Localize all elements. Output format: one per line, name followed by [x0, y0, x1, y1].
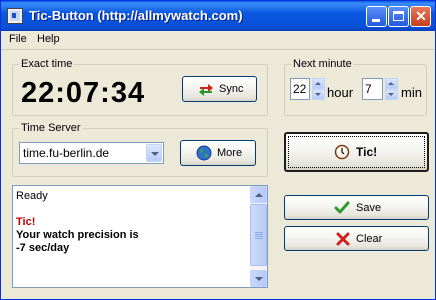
more-button[interactable]: More: [180, 140, 256, 166]
next-minute-group: Next minute 22 hour 7 min: [284, 58, 427, 116]
minute-down-button[interactable]: [385, 89, 398, 100]
app-icon[interactable]: [7, 8, 23, 24]
clear-x-icon: [336, 232, 350, 246]
close-icon: ✕: [415, 8, 427, 24]
checkmark-icon: [334, 201, 350, 214]
log-line-ready: Ready: [16, 190, 48, 202]
minimize-icon: [372, 19, 380, 22]
next-minute-label: Next minute: [291, 58, 354, 70]
title-bar[interactable]: Tic-Button (http://allmywatch.com) ✕: [1, 1, 435, 31]
arrow-down-icon: [315, 93, 321, 96]
tic-label: Tic!: [356, 145, 378, 159]
menu-bar: File Help: [1, 31, 435, 50]
minute-up-button[interactable]: [385, 78, 398, 89]
exact-time-group: Exact time 22:07:34 Sync: [12, 58, 268, 116]
clear-button[interactable]: Clear: [284, 226, 429, 251]
close-button[interactable]: ✕: [410, 6, 431, 27]
clock-icon: [334, 144, 350, 160]
log-line-precision: Your watch precision is: [16, 229, 139, 241]
hour-value: 22: [293, 82, 307, 96]
log-scrollbar[interactable]: [250, 186, 267, 287]
hour-spinner: [312, 78, 325, 100]
sync-icon: [199, 84, 213, 96]
hour-input[interactable]: 22: [290, 78, 310, 100]
hour-up-button[interactable]: [312, 78, 325, 89]
arrow-down-icon: [388, 93, 394, 96]
arrow-up-icon: [315, 82, 321, 85]
menu-file[interactable]: File: [9, 33, 27, 45]
log-line-value: -7 sec/day: [16, 242, 70, 254]
minute-unit-label: min: [401, 85, 422, 100]
menu-help[interactable]: Help: [37, 33, 60, 45]
time-server-label: Time Server: [19, 122, 83, 134]
scroll-down-button[interactable]: [250, 270, 267, 287]
save-label: Save: [356, 201, 382, 214]
scroll-thumb[interactable]: [250, 204, 267, 266]
app-window: Tic-Button (http://allmywatch.com) ✕ Fil…: [0, 0, 436, 300]
more-label: More: [217, 147, 243, 159]
tic-button[interactable]: Tic!: [284, 132, 429, 172]
time-server-value: time.fu-berlin.de: [23, 146, 110, 160]
log-line-tic: Tic!: [16, 216, 36, 228]
dropdown-button[interactable]: [146, 144, 162, 162]
save-button[interactable]: Save: [284, 195, 429, 220]
arrow-down-icon: [255, 277, 263, 281]
globe-icon: [196, 145, 212, 161]
arrow-up-icon: [255, 193, 263, 197]
time-server-select[interactable]: time.fu-berlin.de: [19, 142, 164, 164]
log-textarea[interactable]: Ready Tic! Your watch precision is -7 se…: [12, 185, 268, 288]
exact-time-display: 22:07:34: [21, 77, 146, 109]
minute-spinner: [385, 78, 398, 100]
chevron-down-icon: [151, 152, 159, 156]
clear-label: Clear: [356, 232, 383, 245]
hour-unit-label: hour: [327, 85, 354, 100]
minimize-button[interactable]: [366, 6, 387, 27]
window-title: Tic-Button (http://allmywatch.com): [29, 8, 243, 23]
maximize-icon: [393, 11, 404, 21]
arrow-up-icon: [388, 82, 394, 85]
sync-button[interactable]: Sync: [182, 76, 257, 102]
sync-label: Sync: [219, 83, 244, 95]
minute-value: 7: [365, 82, 372, 96]
exact-time-label: Exact time: [19, 58, 75, 70]
scroll-up-button[interactable]: [250, 186, 267, 203]
minute-input[interactable]: 7: [362, 78, 383, 100]
hour-down-button[interactable]: [312, 89, 325, 100]
maximize-button[interactable]: [388, 6, 409, 27]
time-server-group: Time Server time.fu-berlin.de More: [12, 122, 268, 177]
